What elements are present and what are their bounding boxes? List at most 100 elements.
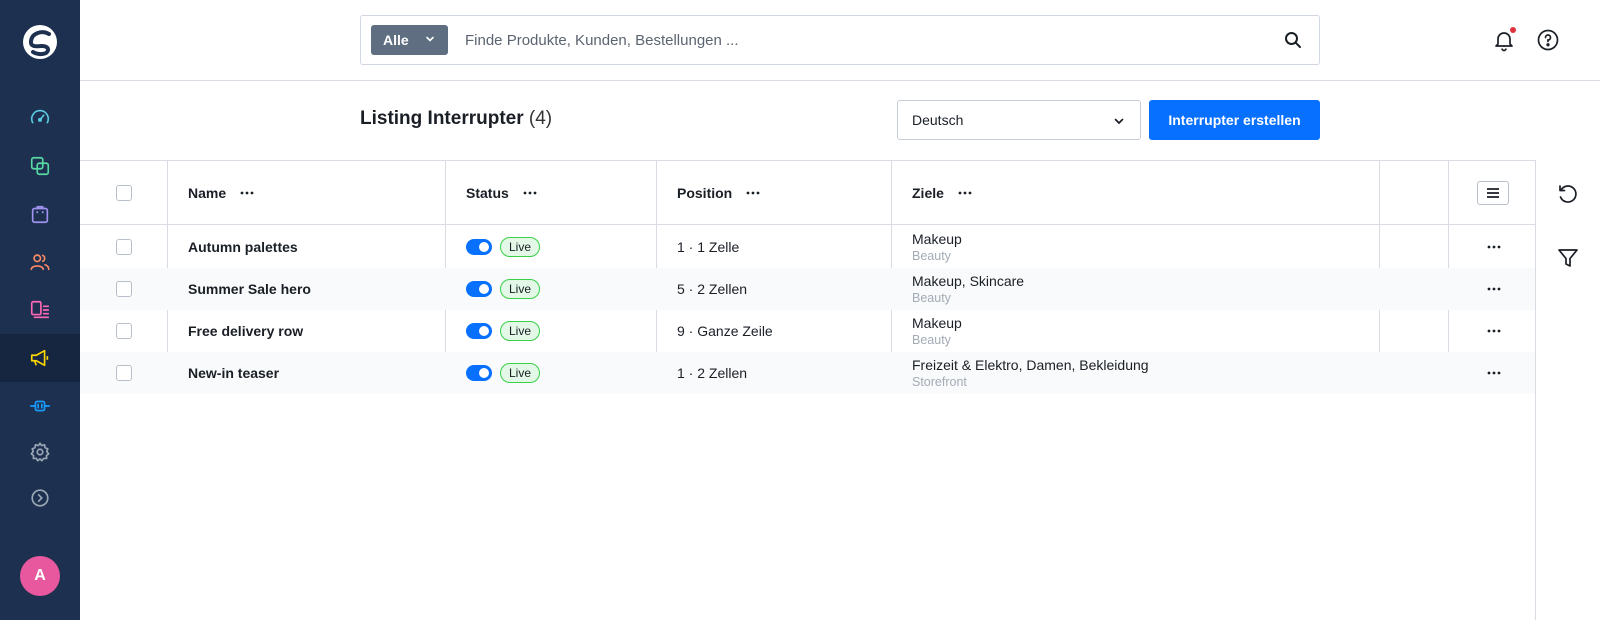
catalogues-icon <box>30 156 50 176</box>
row-targets-group: Beauty <box>912 249 951 263</box>
status-badge: Live <box>500 237 541 257</box>
active-toggle[interactable] <box>466 365 492 381</box>
column-menu-icon[interactable] <box>746 191 760 195</box>
list-menu-icon <box>1487 188 1499 198</box>
row-targets-group: Storefront <box>912 375 967 389</box>
row-position: 5 · 2 Zellen <box>677 281 748 297</box>
row-actions-button[interactable] <box>1454 268 1534 310</box>
language-select[interactable]: Deutsch <box>897 100 1141 140</box>
expand-chevron-icon <box>31 489 49 507</box>
column-header-position[interactable]: Position <box>677 161 760 225</box>
row-actions-button[interactable] <box>1454 226 1534 268</box>
sidebar-item-content[interactable] <box>0 286 80 334</box>
sidebar-expand[interactable] <box>0 474 80 522</box>
orders-bag-icon <box>31 205 49 224</box>
row-targets-categories: Makeup, Skincare <box>912 273 1025 289</box>
row-name[interactable]: Summer Sale hero <box>188 268 311 310</box>
avatar-initial: A <box>34 567 46 584</box>
page-title-count: (4) <box>528 108 553 129</box>
search-type-dropdown[interactable]: Alle <box>371 25 448 55</box>
create-interrupter-button[interactable]: Interrupter erstellen <box>1149 100 1320 140</box>
chevron-down-icon <box>426 36 434 42</box>
sidebar-item-catalogues[interactable] <box>0 142 80 190</box>
column-header-label: Position <box>677 185 733 201</box>
column-header-label: Ziele <box>912 185 944 201</box>
row-targets-categories: Freizeit & Elektro, Damen, Bekleidung <box>912 357 1149 373</box>
row-status: Live <box>466 310 541 352</box>
table-header: Name Status Position Ziele <box>80 161 1535 225</box>
search-icon[interactable] <box>1283 30 1303 50</box>
page-title-text: Listing Interrupter <box>360 108 524 129</box>
row-targets-group: Beauty <box>912 333 951 347</box>
language-select-value: Deutsch <box>912 112 964 128</box>
column-menu-icon[interactable] <box>958 191 972 195</box>
row-targets: Makeup, Skincare Beauty <box>912 268 1024 310</box>
row-actions-button[interactable] <box>1454 310 1534 352</box>
row-name[interactable]: New-in teaser <box>188 352 279 394</box>
column-menu-icon[interactable] <box>240 191 254 195</box>
row-targets-group: Beauty <box>912 291 951 305</box>
sidebar-item-orders[interactable] <box>0 190 80 238</box>
more-dots-icon <box>1487 245 1501 249</box>
row-targets-categories: Makeup <box>912 231 962 247</box>
row-targets: Makeup Beauty <box>912 310 962 352</box>
row-position: 1 · 1 Zelle <box>677 239 740 255</box>
shopware-logo[interactable] <box>20 22 60 62</box>
row-checkbox[interactable] <box>116 365 132 381</box>
listing-table: Name Status Position Ziele Autumn palett… <box>80 160 1536 620</box>
row-actions-button[interactable] <box>1454 352 1534 394</box>
status-badge: Live <box>500 321 541 341</box>
help-icon[interactable] <box>1536 28 1560 52</box>
marketing-megaphone-icon <box>30 349 49 367</box>
column-header-label: Name <box>188 185 227 201</box>
more-dots-icon <box>1487 371 1501 375</box>
sidebar-item-customers[interactable] <box>0 238 80 286</box>
more-dots-icon <box>1487 287 1501 291</box>
row-status: Live <box>466 226 541 268</box>
row-checkbox[interactable] <box>116 323 132 339</box>
column-header-label: Status <box>466 185 509 201</box>
row-targets-categories: Makeup <box>912 315 962 331</box>
column-header-status[interactable]: Status <box>466 161 537 225</box>
sidebar: A <box>0 0 80 620</box>
row-targets: Freizeit & Elektro, Damen, Bekleidung St… <box>912 352 1149 394</box>
table-row[interactable]: Autumn palettes Live 1 · 1 Zelle Makeup … <box>80 226 1535 268</box>
search-type-label: Alle <box>383 32 409 48</box>
refresh-icon[interactable] <box>1556 182 1580 206</box>
more-dots-icon <box>1487 329 1501 333</box>
row-status: Live <box>466 268 541 310</box>
content-icon <box>30 300 50 319</box>
row-checkbox[interactable] <box>116 281 132 297</box>
row-checkbox[interactable] <box>116 239 132 255</box>
sidebar-item-extensions[interactable] <box>0 382 80 430</box>
notification-dot <box>1510 27 1516 33</box>
sidebar-item-dashboard[interactable] <box>0 94 80 142</box>
table-row[interactable]: Free delivery row Live 9 · Ganze Zeile M… <box>80 310 1535 352</box>
avatar[interactable]: A <box>20 556 60 596</box>
settings-gear-icon <box>30 442 50 462</box>
column-settings-button[interactable] <box>1477 181 1509 205</box>
row-name[interactable]: Autumn palettes <box>188 226 298 268</box>
sidebar-item-marketing[interactable] <box>0 334 80 382</box>
page-title: Listing Interrupter (4) <box>360 108 552 130</box>
row-position: 1 · 2 Zellen <box>677 365 748 381</box>
active-toggle[interactable] <box>466 323 492 339</box>
column-header-name[interactable]: Name <box>188 161 254 225</box>
active-toggle[interactable] <box>466 239 492 255</box>
table-row[interactable]: New-in teaser Live 1 · 2 Zellen Freizeit… <box>80 352 1535 394</box>
search-input[interactable] <box>465 16 1245 64</box>
status-badge: Live <box>500 363 541 383</box>
table-row[interactable]: Summer Sale hero Live 5 · 2 Zellen Makeu… <box>80 268 1535 310</box>
column-header-targets[interactable]: Ziele <box>912 161 972 225</box>
row-name[interactable]: Free delivery row <box>188 310 303 352</box>
extensions-plug-icon <box>30 400 50 412</box>
filter-icon[interactable] <box>1556 246 1580 270</box>
select-all-checkbox[interactable] <box>116 185 132 201</box>
column-menu-icon[interactable] <box>523 191 537 195</box>
customers-icon <box>30 254 50 271</box>
row-targets: Makeup Beauty <box>912 226 962 268</box>
chevron-down-icon <box>1114 118 1124 125</box>
global-search: Alle <box>360 15 1320 65</box>
sidebar-item-settings[interactable] <box>0 428 80 476</box>
active-toggle[interactable] <box>466 281 492 297</box>
